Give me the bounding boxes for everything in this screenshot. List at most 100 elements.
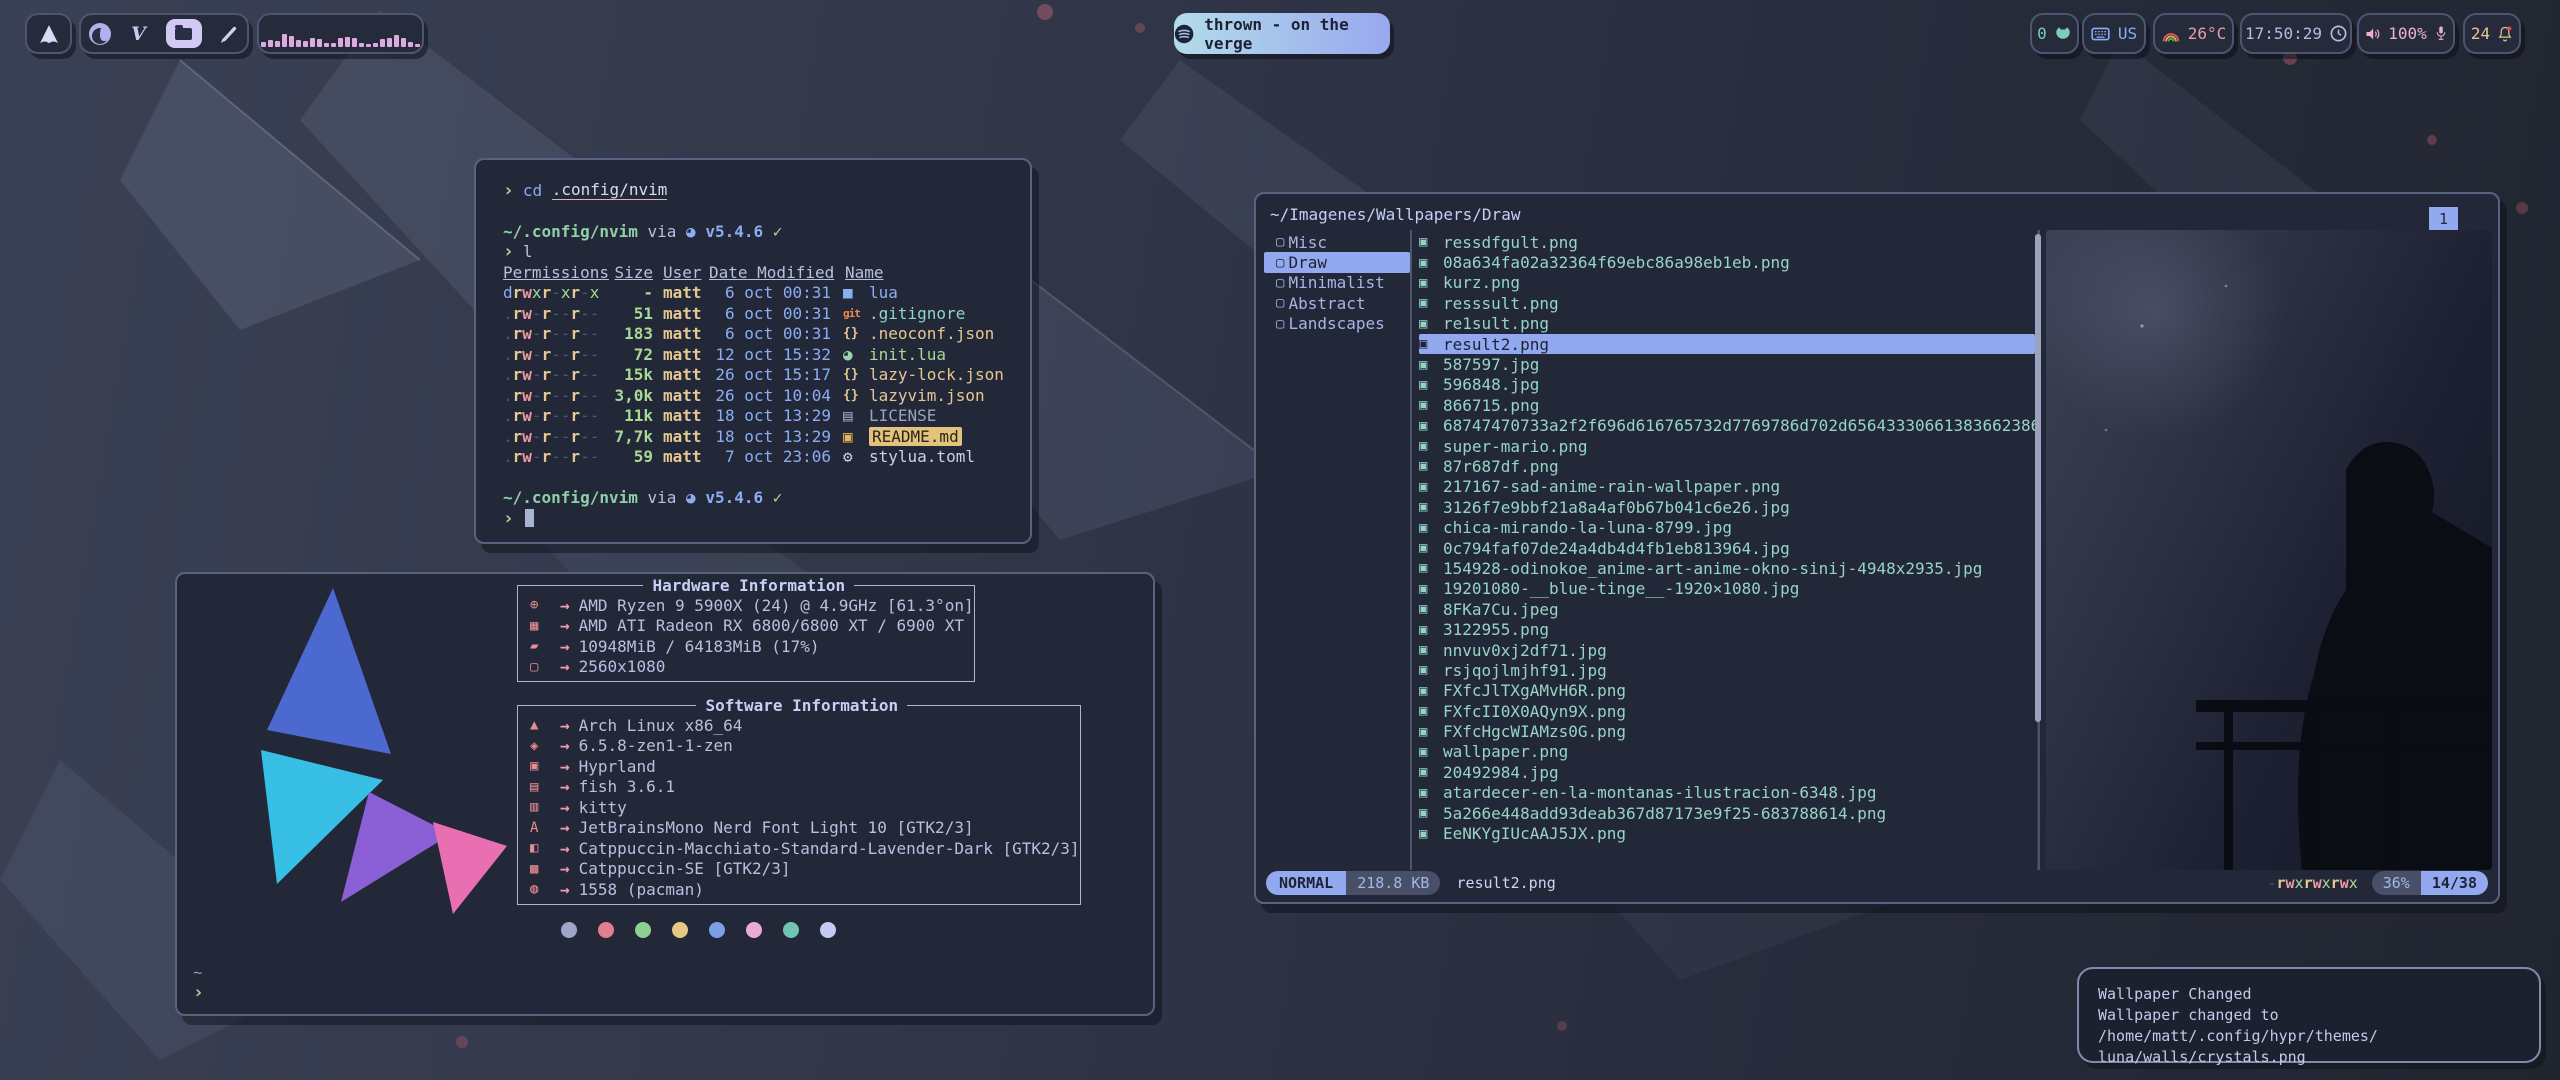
file-row[interactable]: ▣20492984.jpg [1419,762,2035,782]
file-row[interactable]: ▣154928-odinokoe_anime-art-anime-okno-si… [1419,558,2035,578]
tab-badge[interactable]: 1 [2429,207,2458,231]
mode-badge: NORMAL [1266,871,1346,895]
github-notifications-pill[interactable]: 0 [2030,13,2079,54]
keyboard-layout: US [2118,24,2137,43]
statusbar: NORMAL218.8 KB result2.png -rwxrwxrwx 36… [1266,870,2488,896]
image-file-icon: ▣ [1419,703,1443,719]
prompt-icon: › [503,180,514,201]
file-row[interactable]: ▣rsjqojlmjhf91.jpg [1419,660,2035,680]
file-row[interactable]: ▣0c794faf07de24a4db4d4fb1eb813964.jpg [1419,538,2035,558]
app-launcher-button[interactable] [25,13,72,54]
workspace-switcher: V [79,13,249,54]
ls-row: .rw-r--r--3,0kmatt26 oct 10:04{}lazyvim.… [503,385,1030,406]
sidebar-item-landscapes[interactable]: ▢Landscapes [1264,314,1410,334]
file-row[interactable]: ▣68747470733a2f2f696d616765732d7769786d7… [1419,416,2035,436]
sidebar-item-abstract[interactable]: ▢Abstract [1264,293,1410,313]
image-file-icon: ▣ [1419,826,1443,842]
media-player-pill[interactable]: thrown - on the verge [1174,13,1390,54]
file-row[interactable]: ▣wallpaper.png [1419,742,2035,762]
open-folder-icon: ▢ [1276,295,1284,311]
github-count: 0 [2037,24,2047,43]
speaker-icon [2364,26,2381,42]
hardware-row: ▢→2560x1080 [524,657,974,678]
file-row[interactable]: ▣8FKa7Cu.jpeg [1419,599,2035,619]
workspace-v[interactable]: V [127,22,151,46]
volume: 100% [2388,24,2427,43]
file-row[interactable]: ▣kurz.png [1419,273,2035,293]
image-file-icon: ▣ [1419,438,1443,454]
ls-row: .rw-r--r--59matt7 oct 23:06⚙stylua.toml [503,447,1030,468]
ls-header: PermissionsSizeUserDate ModifiedName [503,262,1030,283]
open-folder-icon: ▢ [1276,316,1284,332]
file-row[interactable]: ▣217167-sad-anime-rain-wallpaper.png [1419,477,2035,497]
audio-visualizer [257,13,424,54]
file-row[interactable]: ▣FXfcJlTXgAMvH6R.png [1419,681,2035,701]
json-icon: {} [843,326,867,341]
clock-pill[interactable]: 17:50:29 [2240,13,2352,54]
ls-row: .rw-r--r--51matt6 oct 00:31git.gitignore [503,303,1030,324]
workspace-firefox[interactable] [88,22,112,46]
file-row[interactable]: ▣EeNKYgIUcAAJ5JX.png [1419,823,2035,843]
list-position: 14/38 [2421,871,2488,895]
rainbow-icon [2161,25,2181,43]
workspace-paint[interactable] [217,22,241,46]
hardware-row: ▰→10948MiB / 64183MiB (17%) [524,636,974,657]
ls-row: .rw-r--r--7,7kmatt18 oct 13:29▣README.md [503,426,1030,447]
image-file-icon: ▣ [1419,336,1443,352]
folder-icon: ■ [843,283,867,302]
file-row[interactable]: ▣596848.jpg [1419,375,2035,395]
command-arg: .config/nvim [552,180,668,200]
file-row[interactable]: ▣587597.jpg [1419,354,2035,374]
notification-body-line1: Wallpaper changed to /home/matt/.config/… [2098,1005,2520,1047]
file-row[interactable]: ▣08a634fa02a32364f69ebc86a98eb1eb.png [1419,252,2035,272]
packages-icon: ◍ [530,881,552,897]
file-row[interactable]: ▣3126f7e9bbf21a8a4af0b67b041c6e26.jpg [1419,497,2035,517]
fetch-window[interactable]: Hardware Information ⊕→AMD Ryzen 9 5900X… [175,572,1155,1016]
firefox-icon [89,23,111,45]
scrollbar-thumb[interactable] [2035,234,2041,722]
weather-pill[interactable]: 26°C [2153,13,2234,54]
file-row[interactable]: ▣super-mario.png [1419,436,2035,456]
kernel-icon: ◈ [530,738,552,754]
lua-icon: ◕ [843,345,867,364]
audio-pill[interactable]: 100% [2357,13,2455,54]
file-row[interactable]: ▣chica-mirando-la-luna-8799.jpg [1419,517,2035,537]
book-icon: ▤ [843,406,867,425]
file-row[interactable]: ▣19201080-__blue-tinge__-1920×1080.jpg [1419,579,2035,599]
sidebar-item-minimalist[interactable]: ▢Minimalist [1264,273,1410,293]
file-row[interactable]: ▣FXfcII0X0AQyn9X.png [1419,701,2035,721]
file-row[interactable]: ▣FXfcHgcWIAMzs0G.png [1419,721,2035,741]
software-row: ▤→fish 3.6.1 [524,777,1080,798]
file-manager-window[interactable]: ~/Imagenes/Wallpapers/Draw 1 ▢Misc▢Draw▢… [1254,192,2500,904]
file-row[interactable]: ▣re1sult.png [1419,314,2035,334]
workspace-files-active[interactable] [166,19,202,48]
distro-logo [193,582,513,927]
file-row[interactable]: ▣87r687df.png [1419,456,2035,476]
sidebar-item-misc[interactable]: ▢Misc [1264,232,1410,252]
file-row[interactable]: ▣3122955.png [1419,619,2035,639]
icons-icon: ▩ [530,861,552,877]
terminal-window[interactable]: ›cd .config/nvim ~/.config/nvim via ◕ v5… [474,158,1032,544]
keyboard-layout-pill[interactable]: US [2082,13,2146,54]
hardware-row: ▦→AMD ATI Radeon RX 6800/6800 XT / 6900 … [524,616,974,637]
cpu-icon: ⊕ [530,597,552,613]
image-file-icon: ▣ [1419,764,1443,780]
notification-toast[interactable]: Wallpaper Changed Wallpaper changed to /… [2077,967,2541,1063]
git-icon: git [843,307,867,320]
temperature: 26°C [2188,24,2227,43]
file-row[interactable]: ▣result2.png [1419,334,2035,354]
sidebar-item-draw[interactable]: ▢Draw [1264,252,1410,272]
bell-icon [2497,25,2513,42]
file-row[interactable]: ▣resssult.png [1419,293,2035,313]
notifications-pill[interactable]: 24 [2463,13,2521,54]
open-folder-icon: ▢ [1276,275,1284,291]
file-row[interactable]: ▣nnvuv0xj2df71.jpg [1419,640,2035,660]
file-row[interactable]: ▣ressdfgult.png [1419,232,2035,252]
file-row[interactable]: ▣5a266e448add93deab367d87173e9f25-683788… [1419,803,2035,823]
command: cd [523,181,542,200]
desktop: V thrown - on the verge 0 US [0,0,2560,1080]
image-file-icon: ▣ [1419,662,1443,678]
json-icon: {} [843,388,867,403]
file-row[interactable]: ▣866715.png [1419,395,2035,415]
file-row[interactable]: ▣atardecer-en-la-montanas-ilustracion-63… [1419,783,2035,803]
